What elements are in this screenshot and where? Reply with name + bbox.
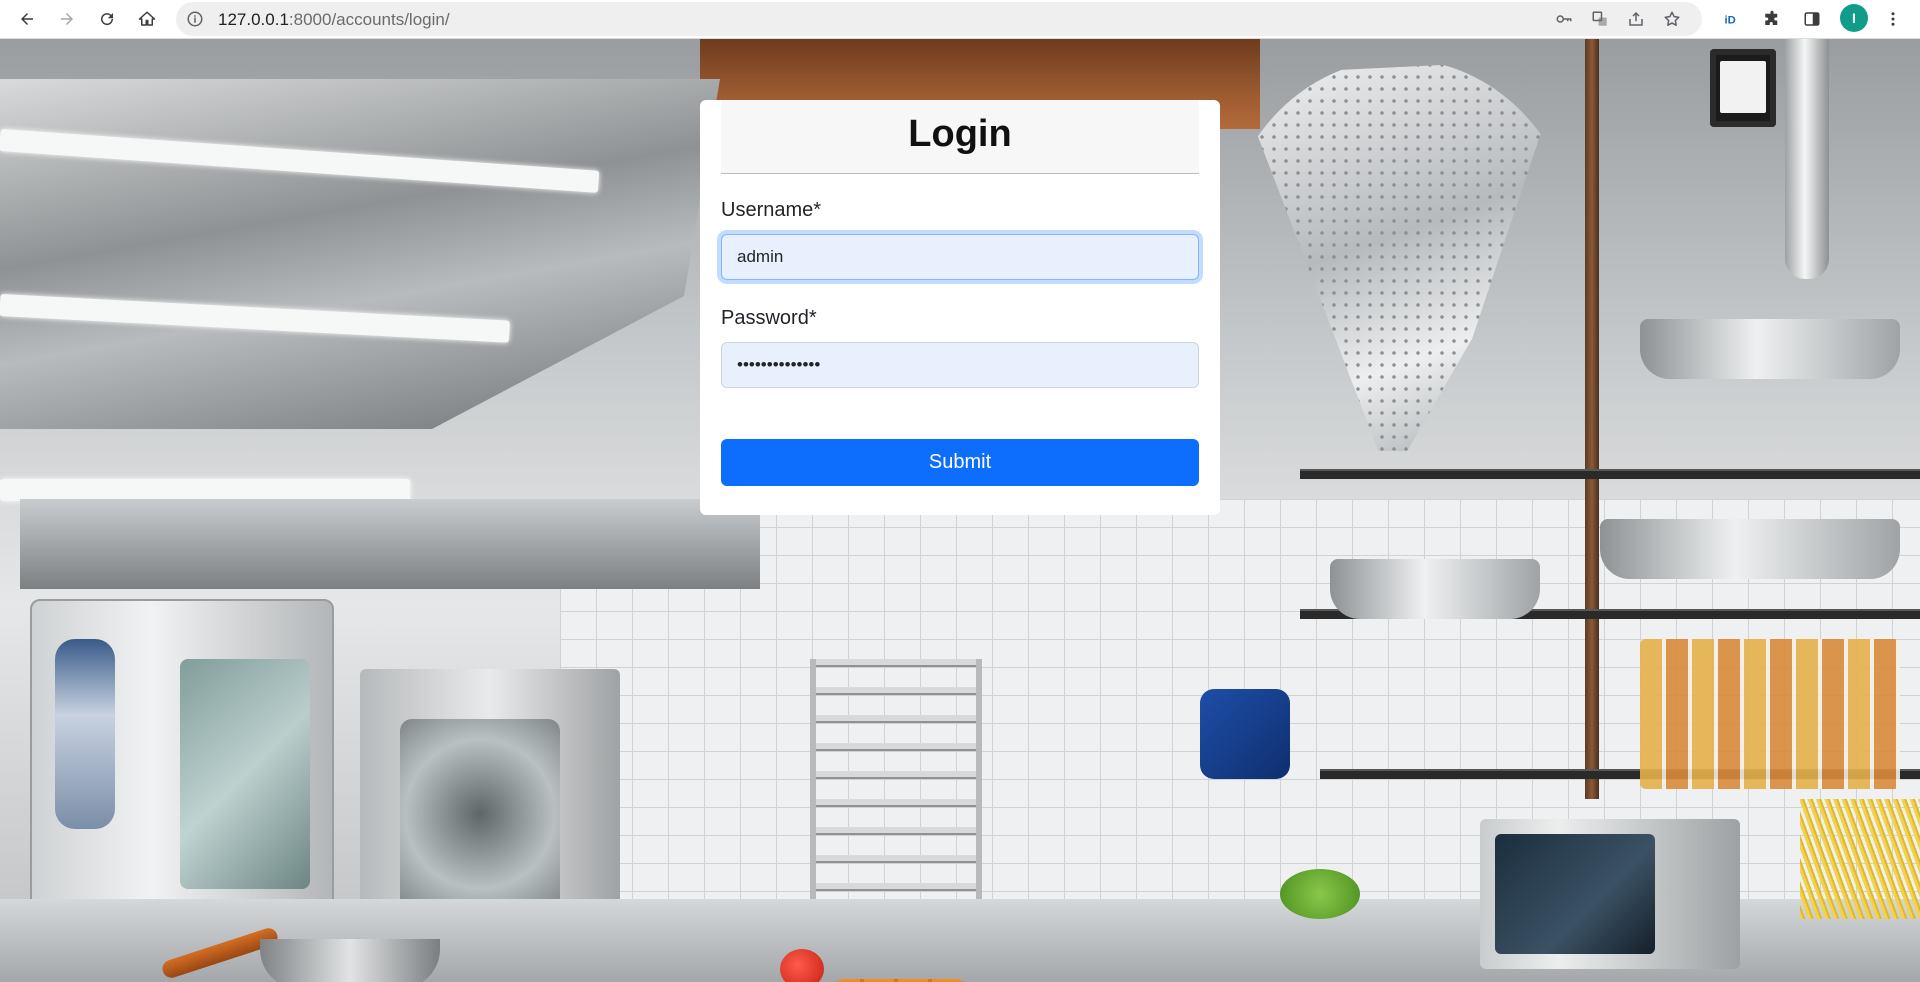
shelf-pots xyxy=(1640,319,1900,379)
side-panel-icon[interactable] xyxy=(1797,4,1827,34)
forward-icon[interactable] xyxy=(52,4,82,34)
second-oven-window xyxy=(400,719,560,909)
towel-dispenser xyxy=(1200,689,1290,779)
wire-shelf xyxy=(1300,469,1920,479)
username-input[interactable] xyxy=(721,234,1199,280)
kebab-menu-icon[interactable] xyxy=(1878,4,1908,34)
submit-button[interactable]: Submit xyxy=(721,439,1199,486)
extractor-hood xyxy=(0,79,720,429)
login-card-header: Login xyxy=(721,100,1199,174)
lettuce-bowl xyxy=(1280,869,1360,919)
password-label: Password* xyxy=(721,307,817,329)
hood-lower-panel xyxy=(20,499,760,589)
back-icon[interactable] xyxy=(12,4,42,34)
browser-toolbar: 127.0.0.1:8000/accounts/login/ iD I xyxy=(0,0,1920,39)
login-card: Login Username* Password* Submit xyxy=(700,100,1220,515)
cooking-pot xyxy=(260,939,440,982)
microwave-door xyxy=(1495,834,1655,954)
shelf-pots xyxy=(1330,559,1540,619)
username-label: Username* xyxy=(721,199,822,221)
home-icon[interactable] xyxy=(132,4,162,34)
address-bar[interactable]: 127.0.0.1:8000/accounts/login/ xyxy=(176,2,1702,36)
key-icon[interactable] xyxy=(1553,8,1575,30)
url-path: :8000/accounts/login/ xyxy=(288,10,450,29)
svg-text:iD: iD xyxy=(1725,15,1736,27)
oven-window xyxy=(180,659,310,889)
id-extension-icon[interactable]: iD xyxy=(1717,4,1747,34)
wooden-post xyxy=(1585,39,1599,799)
spice-jars xyxy=(1640,639,1900,789)
site-info-icon[interactable] xyxy=(186,10,204,28)
oven-control-panel xyxy=(55,639,115,829)
puzzle-icon[interactable] xyxy=(1757,4,1787,34)
translate-icon[interactable] xyxy=(1589,8,1611,30)
url-host: 127.0.0.1 xyxy=(218,10,289,29)
hood-light xyxy=(0,479,410,501)
profile-avatar[interactable]: I xyxy=(1840,4,1868,32)
pasta-bundle xyxy=(1800,799,1920,919)
hanging-strainer xyxy=(1234,59,1566,451)
page-title: Login xyxy=(908,113,1012,155)
clock-face xyxy=(1720,61,1766,113)
star-icon[interactable] xyxy=(1661,8,1683,30)
shelf-pots xyxy=(1600,519,1900,579)
password-input[interactable] xyxy=(721,342,1199,388)
share-icon[interactable] xyxy=(1625,8,1647,30)
url-text[interactable]: 127.0.0.1:8000/accounts/login/ xyxy=(218,10,450,30)
red-pepper xyxy=(780,949,824,982)
reload-icon[interactable] xyxy=(92,4,122,34)
ceiling-pipe xyxy=(1785,39,1829,279)
